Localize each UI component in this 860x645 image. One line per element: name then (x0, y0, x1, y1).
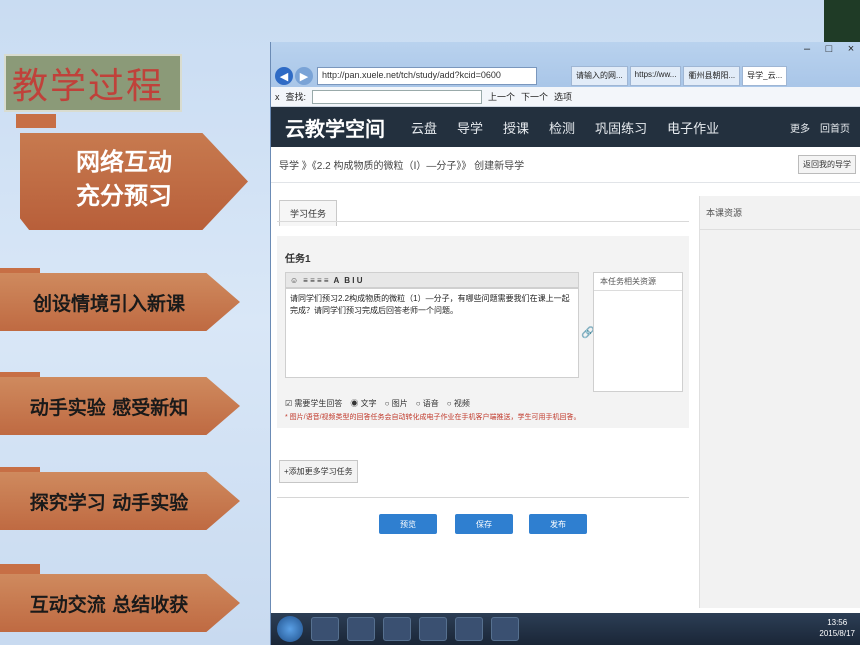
option-audio-radio[interactable]: ○ 语音 (416, 398, 439, 409)
nav-item-label: 互动交流 总结收获 (29, 594, 189, 616)
option-video-radio[interactable]: ○ 视频 (447, 398, 470, 409)
task-resources-title: 本任务相关资源 (594, 273, 682, 291)
nav-item-1[interactable]: 创设情境引入新课 (0, 273, 240, 331)
browser-tab[interactable]: 衢州县朝阳... (683, 66, 741, 86)
taskbar-app-icon[interactable] (311, 617, 339, 641)
save-button[interactable]: 保存 (455, 514, 513, 534)
task-panel: 任务1 ☺ ≡ ≡ ≡ ≡ A B I U 请同学们预习2.2构成物质的微粒（1… (277, 236, 689, 428)
browser-window: – □ × ◀ ▶ http://pan.xuele.net/tch/study… (270, 42, 860, 645)
site-header: 云教学空间 云盘 导学 授课 检测 巩固练习 电子作业 更多 回首页 (271, 107, 860, 147)
lesson-resources-panel: 本课资源 (699, 196, 860, 608)
taskbar-ie-icon[interactable] (455, 617, 483, 641)
nav-link[interactable]: 云盘 (411, 118, 437, 137)
nav-link[interactable]: 授课 (503, 118, 529, 137)
option-label: 图片 (391, 399, 408, 408)
close-icon[interactable]: × (842, 42, 860, 56)
site-logo[interactable]: 云教学空间 (285, 113, 385, 142)
option-label: 文字 (360, 399, 377, 408)
taskbar-excel-icon[interactable] (383, 617, 411, 641)
address-bar[interactable]: http://pan.xuele.net/tch/study/add?kcid=… (317, 67, 537, 85)
answer-options: ☑ 需要学生回答 ◉ 文字 ○ 图片 ○ 语音 ○ 视频 (285, 398, 470, 409)
divider (277, 221, 689, 222)
preview-button[interactable]: 预览 (379, 514, 437, 534)
nav-link[interactable]: 电子作业 (667, 118, 719, 137)
nav-item-label: 网络互动 充分预习 (40, 145, 208, 213)
format-buttons[interactable]: B I U (344, 276, 362, 285)
option-label: 语音 (422, 399, 439, 408)
nav-link[interactable]: 检测 (549, 118, 575, 137)
nav-item-3[interactable]: 探究学习 动手实验 (0, 472, 240, 530)
nav-item-online-interaction[interactable]: 网络互动 充分预习 (20, 133, 248, 230)
clock-date: 2015/8/17 (819, 629, 855, 638)
option-image-radio[interactable]: ○ 图片 (385, 398, 408, 409)
nav-link[interactable]: 巩固练习 (595, 118, 647, 137)
nav-home[interactable]: 回首页 (820, 120, 850, 135)
nav-item-4[interactable]: 互动交流 总结收获 (0, 574, 240, 632)
nav-link[interactable]: 导学 (457, 118, 483, 137)
corner-decoration (824, 0, 860, 44)
task-title: 任务1 (285, 254, 311, 265)
clock-time: 13:56 (827, 618, 848, 627)
nav-item-label: 探究学习 动手实验 (29, 492, 189, 514)
find-next-button[interactable]: 下一个 (521, 90, 548, 103)
minimize-icon[interactable]: – (798, 42, 816, 56)
find-prev-button[interactable]: 上一个 (488, 90, 515, 103)
window-controls: – □ × (798, 42, 860, 56)
tab-stub (16, 114, 56, 128)
start-button-icon[interactable] (277, 616, 303, 642)
find-bar: x 查找: 上一个 下一个 选项 (271, 87, 860, 107)
breadcrumb-text: 导学 》《2.2 构成物质的微粒（Ⅰ）—分子》》 创建新导学 (279, 161, 525, 172)
nav-item-2[interactable]: 动手实验 感受新知 (0, 377, 240, 435)
find-label: 查找: (285, 92, 307, 102)
divider (277, 497, 689, 498)
task-editor[interactable]: 请同学们预习2.2构成物质的微粒（1）—分子，有哪些问题需要我们在课上一起完成？… (285, 288, 579, 378)
publish-button[interactable]: 发布 (529, 514, 587, 534)
nav-item-label: 动手实验 感受新知 (29, 397, 189, 419)
browser-tab[interactable]: https://ww... (629, 66, 682, 86)
align-icon[interactable]: ≡ ≡ ≡ ≡ (303, 276, 328, 285)
find-input[interactable] (312, 89, 483, 104)
browser-tab-active[interactable]: 导学_云... (742, 66, 788, 86)
browser-titlebar: – □ × ◀ ▶ http://pan.xuele.net/tch/study… (271, 42, 860, 87)
lesson-resources-title: 本课资源 (700, 196, 860, 230)
nav-item-label: 创设情境引入新课 (32, 293, 185, 315)
smiley-icon[interactable]: ☺ (290, 276, 298, 285)
nav-more[interactable]: 更多 (790, 120, 810, 135)
windows-taskbar: 13:56 2015/8/17 (271, 613, 860, 645)
browser-tabs: 请输入的网... https://ww... 衢州县朝阳... 导学_云... (571, 66, 860, 86)
nav-main-line2: 充分预习 (76, 182, 172, 210)
tab-learning-tasks[interactable]: 学习任务 (279, 200, 338, 226)
slide-title-box: 教学过程 (4, 54, 182, 112)
taskbar-app-icon[interactable] (347, 617, 375, 641)
back-to-my-guides-button[interactable]: 返回我的导学 (798, 155, 856, 174)
find-close-icon[interactable]: x (275, 92, 280, 102)
option-label: 需要学生回答 (294, 399, 343, 408)
font-color-icon[interactable]: A (334, 276, 340, 285)
option-label: 视频 (453, 399, 470, 408)
editor-toolbar[interactable]: ☺ ≡ ≡ ≡ ≡ A B I U (285, 272, 579, 288)
require-answer-checkbox[interactable]: ☑ 需要学生回答 (285, 398, 342, 409)
nav-main-line1: 网络互动 (76, 148, 172, 176)
find-options-button[interactable]: 选项 (554, 90, 572, 103)
browser-tab[interactable]: 请输入的网... (571, 66, 628, 86)
add-more-tasks-button[interactable]: +添加更多学习任务 (279, 460, 358, 483)
taskbar-ppt-icon[interactable] (419, 617, 447, 641)
system-clock[interactable]: 13:56 2015/8/17 (819, 617, 855, 639)
maximize-icon[interactable]: □ (820, 42, 838, 56)
breadcrumb: 导学 》《2.2 构成物质的微粒（Ⅰ）—分子》》 创建新导学 返回我的导学 (271, 147, 860, 183)
slide-title: 教学过程 (12, 66, 165, 107)
back-arrow-icon[interactable]: ◀ (275, 67, 293, 85)
answer-note: * 图片/语音/视频类型的回答任务会自动转化成电子作业在手机客户端推送，学生可用… (285, 414, 581, 421)
taskbar-app-icon[interactable] (491, 617, 519, 641)
option-text-radio[interactable]: ◉ 文字 (350, 398, 376, 409)
forward-arrow-icon[interactable]: ▶ (295, 67, 313, 85)
task-resources-box[interactable]: 本任务相关资源 (593, 272, 683, 392)
